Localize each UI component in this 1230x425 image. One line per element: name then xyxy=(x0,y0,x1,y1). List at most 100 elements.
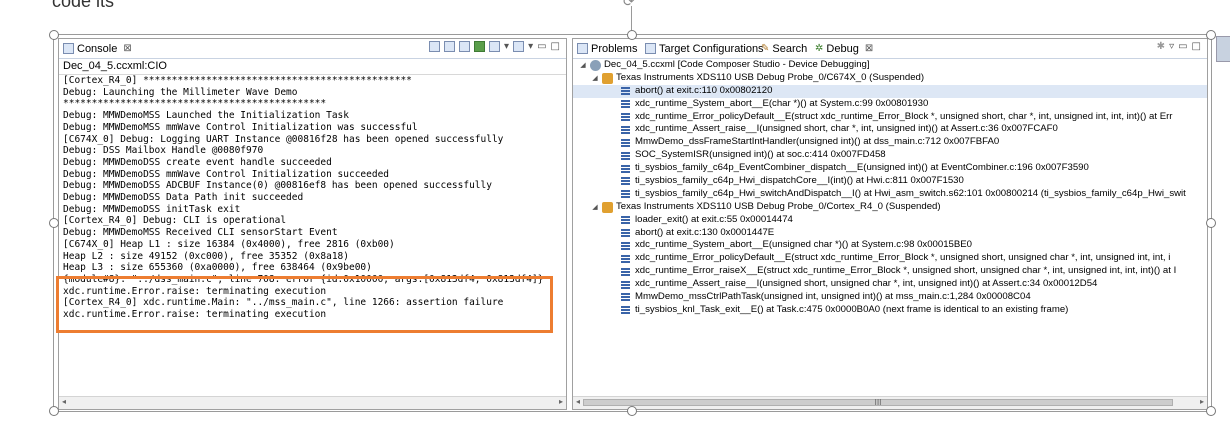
remove-terminated-icon[interactable]: ✱ xyxy=(1157,41,1165,52)
console-line: [C674X_0] Heap L1 : size 16384 (0x4000),… xyxy=(63,238,395,250)
tab-problems[interactable]: Problems xyxy=(577,41,637,56)
resize-handle[interactable] xyxy=(49,218,59,228)
resize-handle[interactable] xyxy=(1206,30,1216,40)
console-output[interactable]: [Cortex_R4_0] **************************… xyxy=(59,74,566,395)
console-line: Heap L3 : size 655360 (0xa0000), free 63… xyxy=(63,262,372,274)
console-icon xyxy=(63,43,74,54)
scroll-right-icon[interactable]: ▸ xyxy=(559,397,563,406)
tree-item-label: xdc_runtime_Assert_raise__I(unsigned sho… xyxy=(635,278,1098,290)
stack-frame-item[interactable]: SOC_SystemISR(unsigned int)() at soc.c:4… xyxy=(573,149,1207,162)
scroll-lock-icon[interactable] xyxy=(444,41,456,52)
console-line: Debug: MMWDemoDSS ADCBUF Instance(0) @00… xyxy=(63,180,492,192)
stack-frame-item[interactable]: xdc_runtime_Assert_raise__I(unsigned sho… xyxy=(573,278,1207,291)
resize-handle[interactable] xyxy=(627,30,637,40)
view-menu-icon[interactable]: ▿ xyxy=(1169,41,1174,52)
error-highlight-box xyxy=(56,276,553,333)
stack-frame-icon xyxy=(621,177,630,186)
tab-target-configurations[interactable]: Target Configurations xyxy=(645,41,764,56)
new-console-icon[interactable] xyxy=(513,41,525,52)
expand-triangle-icon[interactable]: ◢ xyxy=(591,72,599,85)
console-line: Debug: MMWDemoDSS create event handle su… xyxy=(63,156,332,168)
stack-frame-item[interactable]: xdc_runtime_System_abort__E(char *)() at… xyxy=(573,98,1207,111)
stack-frame-icon xyxy=(621,293,630,302)
console-line: Debug: MMWDemoMSS Received CLI sensorSta… xyxy=(63,227,338,239)
stack-frame-icon xyxy=(621,100,630,109)
stack-frame-item[interactable]: ti_sysbios_family_c64p_EventCombiner_dis… xyxy=(573,162,1207,175)
close-icon[interactable]: ⊠ xyxy=(865,43,873,54)
core-node[interactable]: ◢ Texas Instruments XDS110 USB Debug Prob… xyxy=(573,72,1207,85)
debug-view: Problems Target Configurations ✎ Search … xyxy=(572,38,1208,410)
tab-console[interactable]: Console ⊠ xyxy=(63,41,132,56)
stack-frame-item[interactable]: xdc_runtime_Error_raiseX__E(struct xdc_r… xyxy=(573,265,1207,278)
resize-handle[interactable] xyxy=(627,406,637,416)
stack-frame-icon xyxy=(621,241,630,250)
console-line: Debug: MMWDemoDSS initTask exit xyxy=(63,203,241,215)
stack-frame-item[interactable]: abort() at exit.c:110 0x00802120 xyxy=(573,84,1207,98)
console-horizontal-scrollbar[interactable]: ◂ ▸ xyxy=(59,396,566,409)
chevron-down-icon[interactable]: ▾ xyxy=(504,41,509,52)
stack-frame-icon xyxy=(621,280,630,289)
minimize-icon[interactable]: ▭ xyxy=(1178,41,1187,52)
scroll-left-icon[interactable]: ◂ xyxy=(576,397,580,406)
tree-item-label: MmwDemo_mssCtrlPathTask(unsigned int, un… xyxy=(635,291,1031,303)
stack-frame-item[interactable]: xdc_runtime_Error_policyDefault__E(struc… xyxy=(573,111,1207,124)
maximize-icon[interactable]: □ xyxy=(551,41,560,52)
stack-frame-item[interactable]: ti_sysbios_knl_Task_exit__E() at Task.c:… xyxy=(573,304,1207,317)
scroll-right-icon[interactable]: ▸ xyxy=(1200,397,1204,406)
debug-horizontal-scrollbar[interactable]: ◂ III ▸ xyxy=(573,396,1207,409)
stack-frame-item[interactable]: abort() at exit.c:130 0x0001447E xyxy=(573,227,1207,240)
scroll-left-icon[interactable]: ◂ xyxy=(62,397,66,406)
clear-console-icon[interactable] xyxy=(429,41,441,52)
stack-frame-icon xyxy=(621,113,630,121)
resize-handle[interactable] xyxy=(1206,406,1216,416)
stack-frame-item[interactable]: MmwDemo_mssCtrlPathTask(unsigned int, un… xyxy=(573,291,1207,304)
cropped-heading-text: code its xyxy=(52,0,115,11)
pin-console-icon[interactable] xyxy=(459,41,471,52)
stack-frame-item[interactable]: xdc_runtime_Assert_raise__I(unsigned sho… xyxy=(573,123,1207,136)
debug-toolbar: ✱ ▿ ▭ □ xyxy=(1157,41,1201,52)
problems-icon xyxy=(577,43,588,54)
debug-session-node[interactable]: ◢ Dec_04_5.ccxml [Code Composer Studio - … xyxy=(573,59,1207,72)
console-line: Debug: MMWDemoMSS Launched the Initializ… xyxy=(63,110,349,122)
console-line: ****************************************… xyxy=(63,98,327,110)
minimize-icon[interactable]: ▭ xyxy=(537,41,546,52)
rotate-icon[interactable]: ⟳ xyxy=(623,0,635,10)
stack-frame-item[interactable]: ti_sysbios_family_c64p_Hwi_switchAndDisp… xyxy=(573,188,1207,201)
core-node[interactable]: ◢ Texas Instruments XDS110 USB Debug Prob… xyxy=(573,201,1207,214)
tree-item-label: xdc_runtime_System_abort__E(char *)() at… xyxy=(635,97,929,109)
target-config-icon xyxy=(645,43,656,54)
tree-item-label: ti_sysbios_knl_Task_exit__E() at Task.c:… xyxy=(635,303,1069,315)
display-selected-console-icon[interactable] xyxy=(474,41,486,52)
console-line: [Cortex_R4_0] **************************… xyxy=(63,75,412,86)
resize-handle[interactable] xyxy=(49,406,59,416)
stack-frame-icon xyxy=(621,216,630,225)
scroll-thumb[interactable]: III xyxy=(583,399,1173,407)
expand-triangle-icon[interactable]: ◢ xyxy=(591,201,599,214)
side-panel-icon xyxy=(1216,36,1230,62)
stack-frame-item[interactable]: MmwDemo_dssFrameStartIntHandler(unsigned… xyxy=(573,136,1207,149)
tab-problems-label: Problems xyxy=(591,42,638,55)
tab-debug[interactable]: ✲ Debug ⊠ xyxy=(815,41,873,56)
console-line: Heap L2 : size 49152 (0xc000), free 3535… xyxy=(63,250,349,262)
tree-item-label: abort() at exit.c:130 0x0001447E xyxy=(635,226,775,238)
stack-frame-item[interactable]: loader_exit() at exit.c:55 0x00014474 xyxy=(573,214,1207,227)
debug-session-icon xyxy=(590,59,601,71)
tree-item-label: MmwDemo_dssFrameStartIntHandler(unsigned… xyxy=(635,136,1000,148)
maximize-icon[interactable]: □ xyxy=(1192,41,1201,52)
stack-frame-item[interactable]: xdc_runtime_Error_policyDefault__E(struc… xyxy=(573,252,1207,265)
cpu-core-icon xyxy=(602,72,613,84)
console-line: Debug: MMWDemoDSS Data Path init succeed… xyxy=(63,192,304,204)
chevron-down-icon[interactable]: ▾ xyxy=(528,41,533,52)
stack-frame-item[interactable]: ti_sysbios_family_c64p_Hwi_dispatchCore_… xyxy=(573,175,1207,188)
open-console-icon[interactable] xyxy=(489,41,501,52)
expand-triangle-icon[interactable]: ◢ xyxy=(579,59,587,72)
stack-frame-item[interactable]: xdc_runtime_System_abort__E(unsigned cha… xyxy=(573,239,1207,252)
tab-debug-label: Debug xyxy=(826,42,859,55)
resize-handle[interactable] xyxy=(1206,218,1216,228)
resize-handle[interactable] xyxy=(49,30,59,40)
console-tabbar: Console ⊠ ▾ ▾ ▭ □ xyxy=(59,39,566,59)
console-name: Dec_04_5.ccxml:CIO xyxy=(59,59,566,75)
close-icon[interactable]: ⊠ xyxy=(123,43,131,54)
tab-search[interactable]: ✎ Search xyxy=(761,41,807,56)
console-line: Debug: MMWDemoDSS mmWave Control Initial… xyxy=(63,168,390,180)
